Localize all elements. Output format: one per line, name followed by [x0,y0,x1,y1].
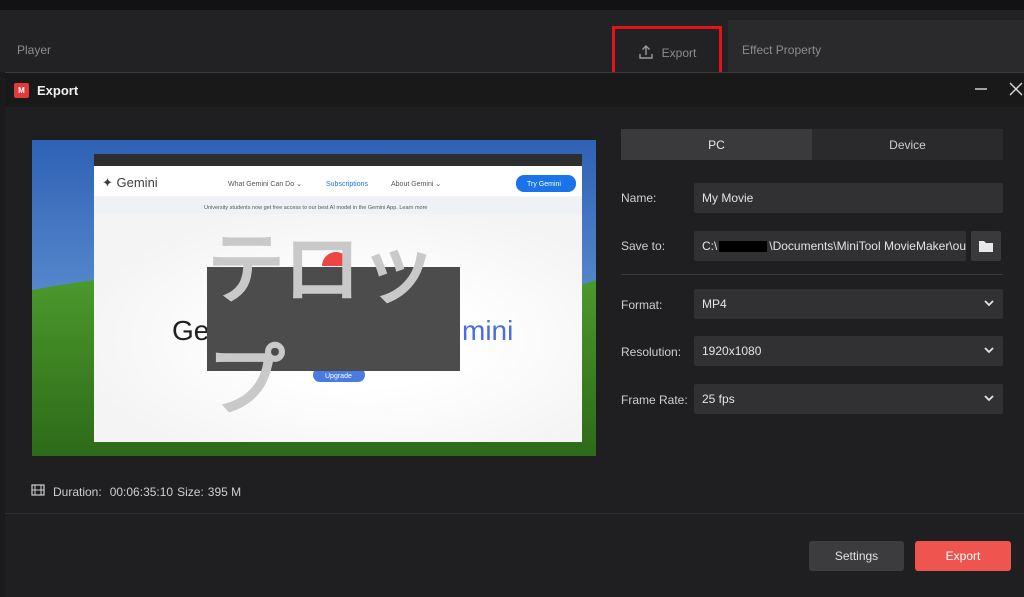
svg-text:mini: mini [462,315,513,346]
size-value: 395 M [207,484,242,499]
format-select[interactable]: MP4 [694,289,1003,319]
resolution-select[interactable]: 1920x1080 [694,336,1003,366]
dialog-title: Export [37,83,79,98]
close-icon[interactable] [1008,81,1024,97]
top-strip [0,0,1024,10]
player-label: Player [17,43,52,57]
frame-rate-value: 25 fps [702,392,735,406]
frame-rate-label: Frame Rate: [621,393,688,407]
chevron-down-icon [984,300,994,307]
tab-pc[interactable]: PC [621,129,812,160]
svg-text:Ge: Ge [172,315,209,346]
chevron-down-icon [984,347,994,354]
resolution-label: Resolution: [621,345,682,359]
folder-icon [979,241,993,252]
target-tabs: PC Device [621,129,1003,160]
svg-text:About Gemini ⌄: About Gemini ⌄ [391,181,441,188]
browse-folder-button[interactable] [971,231,1001,261]
settings-divider [621,274,1003,275]
export-tab-label: Export [661,46,697,60]
duration-value: 00:06:35:10 [109,484,174,499]
name-input[interactable]: My Movie [694,183,1003,213]
upload-icon [638,44,654,63]
film-icon [31,483,45,500]
resolution-value: 1920x1080 [702,344,762,358]
tab-device[interactable]: Device [812,129,1003,160]
minimize-icon[interactable] [974,82,988,96]
footer-divider [5,513,1024,514]
svg-text:Subscriptions: Subscriptions [326,181,369,188]
save-path-suffix: \Documents\MiniTool MovieMaker\ou [769,239,966,253]
chevron-down-icon [984,395,994,402]
frame-rate-select[interactable]: 25 fps [694,384,1003,414]
effect-property-label: Effect Property [742,43,822,57]
save-path-input[interactable]: C:\ \Documents\MiniTool MovieMaker\ou [694,231,966,261]
svg-text:Try Gemini: Try Gemini [527,181,561,188]
export-info-row: Duration: 00:06:35:10 Size: 395 M [31,483,241,500]
format-label: Format: [621,298,663,312]
app-header: Player Export Effect Property [0,10,1024,82]
dialog-titlebar: M Export [5,73,1024,107]
duration-label: Duration: [53,484,102,499]
telop-text: テロップ [207,225,437,427]
size-label: Size: [177,484,204,499]
video-preview: ✦ Gemini What Gemini Can Do ⌄ Subscripti… [32,140,596,456]
export-dialog: M Export ✦ Gemini What Gemini Can Do ⌄ S… [5,72,1024,597]
name-label: Name: [621,191,657,205]
save-path-prefix: C:\ [702,239,718,253]
svg-text:What Gemini Can Do ⌄: What Gemini Can Do ⌄ [228,181,302,188]
app-logo-icon: M [14,83,29,98]
format-value: MP4 [702,297,727,311]
telop-overlay: テロップ [207,225,460,427]
redacted-block [719,240,768,252]
save-to-label: Save to: [621,239,666,253]
gemini-logo-text: ✦ Gemini [102,175,158,190]
settings-button[interactable]: Settings [809,541,904,571]
export-button[interactable]: Export [915,541,1011,571]
